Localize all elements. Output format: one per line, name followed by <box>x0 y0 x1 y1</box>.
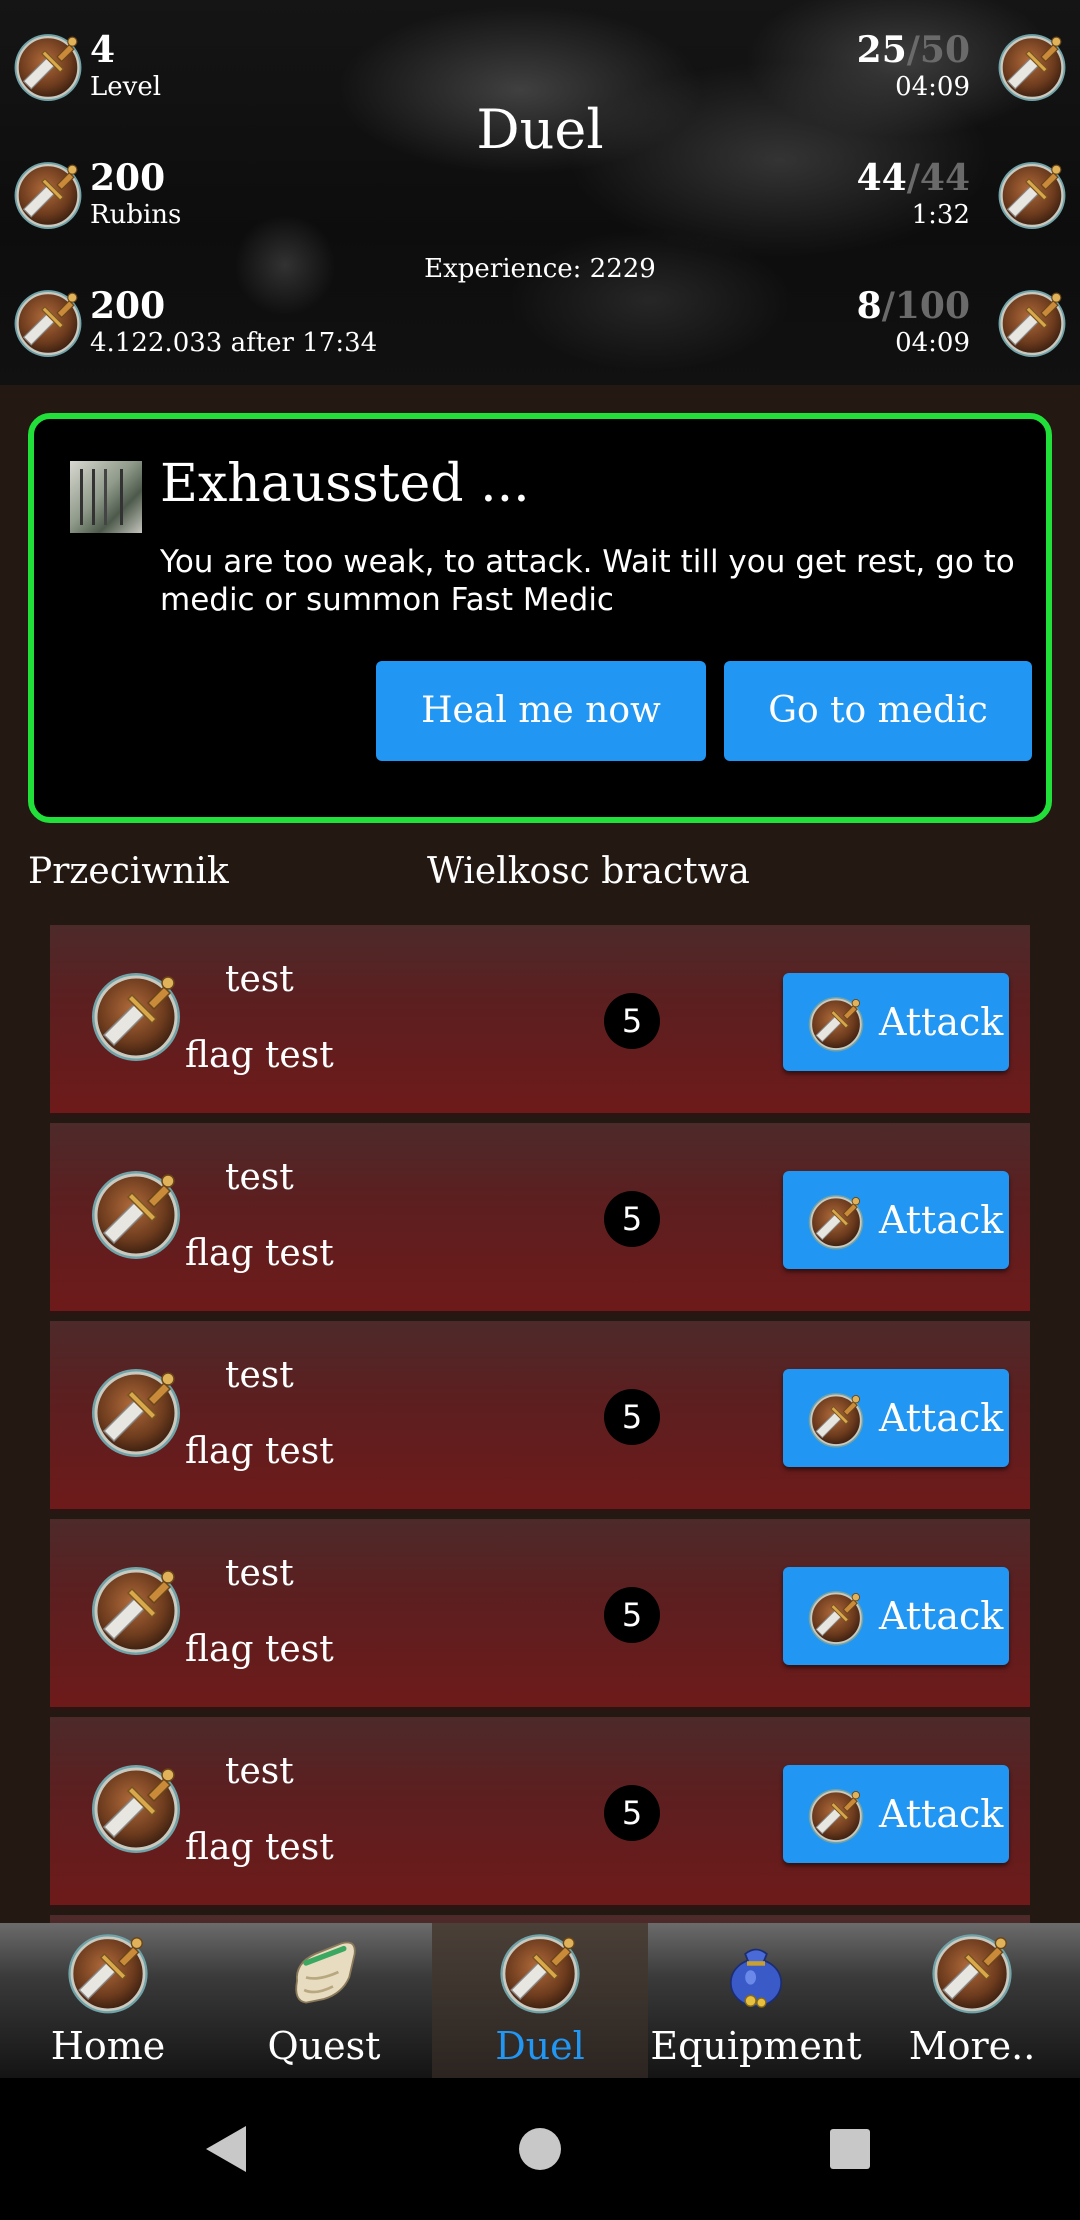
alert-title: Exhaussted ... <box>160 454 530 514</box>
nav-equipment[interactable]: Equipment <box>648 1923 864 2078</box>
sword-shield-icon <box>86 965 186 1065</box>
sword-shield-icon <box>994 28 1070 104</box>
sword-shield-icon <box>805 1586 867 1648</box>
alert-message: You are too weak, to attack. Wait till y… <box>160 544 1015 618</box>
energy-max: /50 <box>906 29 970 71</box>
opponent-name: test <box>225 1157 294 1198</box>
opponent-row: test flag test 5 Attack <box>50 1717 1030 1909</box>
nav-quest[interactable]: Quest <box>216 1923 432 2078</box>
health-max: /44 <box>906 157 970 199</box>
attack-label: Attack <box>879 1000 1004 1044</box>
opponent-name: test <box>225 1751 294 1792</box>
opponent-flag: flag test <box>185 1629 334 1670</box>
nav-home-label: Home <box>50 2024 166 2068</box>
opponent-name: test <box>225 959 294 1000</box>
brotherhood-size-badge: 5 <box>604 1785 660 1841</box>
column-header-brotherhood-size: Wielkosc bractwa <box>427 851 750 892</box>
sword-shield-icon <box>10 284 86 360</box>
sword-shield-icon <box>86 1163 186 1263</box>
sword-shield-icon <box>927 1927 1017 2017</box>
go-to-medic-button[interactable]: Go to medic <box>724 661 1032 761</box>
nav-home[interactable]: Home <box>0 1923 216 2078</box>
opponent-row: test flag test 5 Attack <box>50 1321 1030 1513</box>
sword-shield-icon <box>994 284 1070 360</box>
brotherhood-size-badge: 5 <box>604 1191 660 1247</box>
opponent-row-partial <box>50 1915 1030 1923</box>
exhausted-alert: Exhaussted ... You are too weak, to atta… <box>28 413 1052 823</box>
opponent-name: test <box>225 1355 294 1396</box>
health-timer: 1:32 <box>911 200 970 230</box>
energy-timer: 04:09 <box>895 72 970 102</box>
stamina-current: 8 <box>856 285 882 327</box>
energy-current: 25 <box>856 29 907 71</box>
gold-label: 4.122.033 after 17:34 <box>90 328 378 358</box>
stat-energy: 25/50 04:09 <box>780 28 1080 128</box>
back-icon[interactable] <box>160 2078 300 2220</box>
nav-more-label: More.. <box>908 2024 1036 2068</box>
attack-label: Attack <box>879 1396 1004 1440</box>
sword-shield-icon <box>805 1784 867 1846</box>
health-current: 44 <box>856 157 907 199</box>
attack-button[interactable]: Attack <box>783 973 1009 1071</box>
opponent-flag: flag test <box>185 1827 334 1868</box>
opponent-flag: flag test <box>185 1035 334 1076</box>
sword-shield-icon <box>805 1388 867 1450</box>
alert-thumbnail-image <box>70 461 142 533</box>
sword-shield-icon <box>86 1757 186 1857</box>
attack-label: Attack <box>879 1198 1004 1242</box>
nav-more[interactable]: More.. <box>864 1923 1080 2078</box>
level-value: 4 <box>90 29 116 71</box>
sword-shield-icon <box>805 1190 867 1252</box>
attack-label: Attack <box>879 1792 1004 1836</box>
opponent-flag: flag test <box>185 1431 334 1472</box>
sword-shield-icon <box>495 1927 585 2017</box>
sword-shield-icon <box>86 1559 186 1659</box>
attack-label: Attack <box>879 1594 1004 1638</box>
opponent-flag: flag test <box>185 1233 334 1274</box>
nav-duel[interactable]: Duel <box>432 1923 648 2078</box>
system-navigation-bar <box>0 2078 1080 2220</box>
attack-button[interactable]: Attack <box>783 1369 1009 1467</box>
attack-button[interactable]: Attack <box>783 1765 1009 1863</box>
sword-shield-icon <box>10 28 86 104</box>
brotherhood-size-badge: 5 <box>604 993 660 1049</box>
sword-shield-icon <box>86 1361 186 1461</box>
attack-button[interactable]: Attack <box>783 1171 1009 1269</box>
nav-duel-label: Duel <box>495 2024 585 2068</box>
brotherhood-size-badge: 5 <box>604 1587 660 1643</box>
sword-shield-icon <box>10 156 86 232</box>
stat-stamina: 8/100 04:09 <box>780 284 1080 384</box>
attack-button[interactable]: Attack <box>783 1567 1009 1665</box>
nav-equipment-label: Equipment <box>650 2024 862 2068</box>
column-header-opponent: Przeciwnik <box>28 851 229 892</box>
recents-square-icon[interactable] <box>780 2078 920 2220</box>
sword-shield-icon <box>63 1927 153 2017</box>
experience-text: Experience: 2229 <box>424 254 656 284</box>
sword-shield-icon <box>805 992 867 1054</box>
bottom-navigation: Home Quest Duel Equipment More.. <box>0 1923 1080 2078</box>
money-bag-icon <box>729 1948 783 2008</box>
home-circle-icon[interactable] <box>470 2078 610 2220</box>
stamina-max: /100 <box>881 285 970 327</box>
heal-me-now-button[interactable]: Heal me now <box>376 661 706 761</box>
stat-health: 44/44 1:32 <box>780 156 1080 256</box>
rubins-label: Rubins <box>90 200 182 230</box>
opponent-row: test flag test 5 Attack <box>50 925 1030 1117</box>
scroll-icon <box>295 1941 356 2004</box>
nav-quest-label: Quest <box>267 2024 381 2068</box>
gold-value: 200 <box>90 285 166 327</box>
opponent-row: test flag test 5 Attack <box>50 1123 1030 1315</box>
sword-shield-icon <box>994 156 1070 232</box>
stamina-timer: 04:09 <box>895 328 970 358</box>
opponent-row: test flag test 5 Attack <box>50 1519 1030 1711</box>
brotherhood-size-badge: 5 <box>604 1389 660 1445</box>
opponent-name: test <box>225 1553 294 1594</box>
main-content: Exhaussted ... You are too weak, to atta… <box>0 385 1080 1923</box>
opponent-list[interactable]: test flag test 5 Attack test flag test 5… <box>50 925 1030 1923</box>
status-header: 4 Level 200 Rubins 200 4.122.033 after 1… <box>0 0 1080 385</box>
